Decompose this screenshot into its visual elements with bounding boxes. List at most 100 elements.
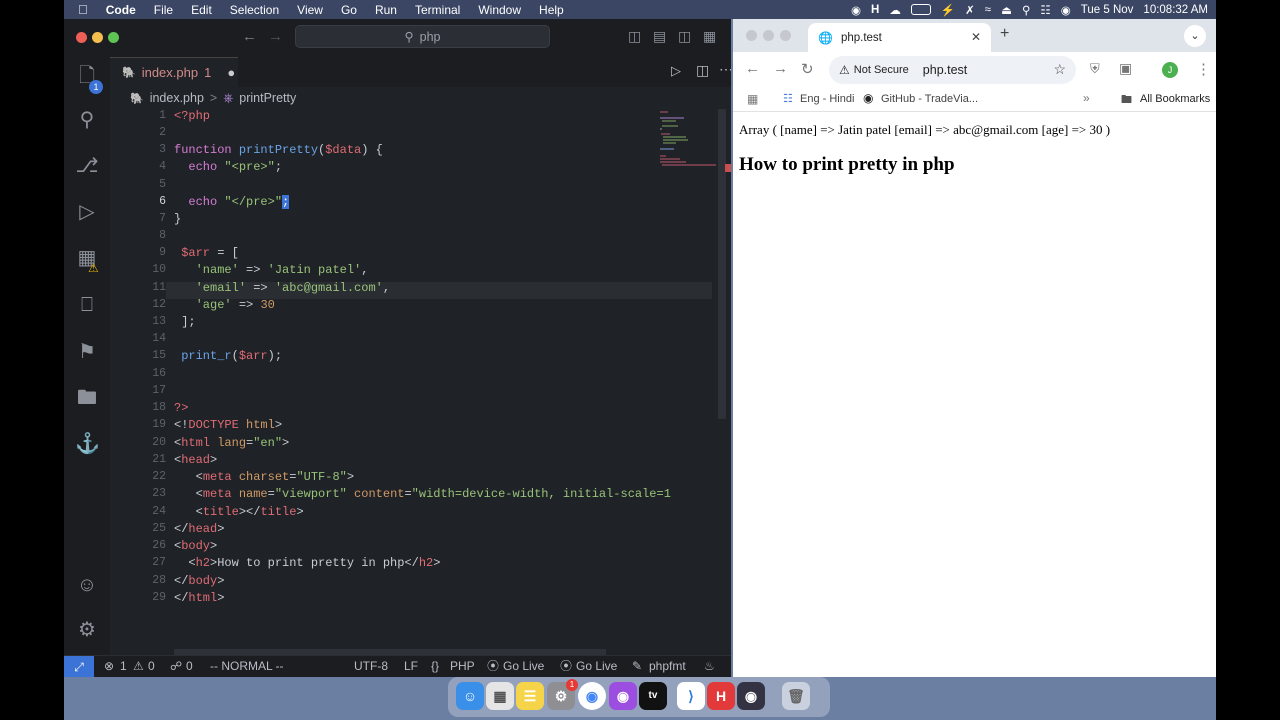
address-url[interactable]: php.test	[923, 63, 967, 77]
go-live-button[interactable]: Go Live	[503, 656, 544, 677]
browser-tab[interactable]: 🌐 php.test ✕	[808, 23, 991, 52]
customize-layout-icon[interactable]: ▦	[703, 28, 716, 45]
close-tab-icon[interactable]: ✕	[971, 30, 981, 44]
forward-arrow-icon[interactable]: →	[773, 60, 788, 77]
h-app-icon[interactable]: H	[871, 4, 879, 16]
docker-icon[interactable]: ⚓	[75, 432, 100, 456]
cloud-icon[interactable]: ☁	[889, 3, 901, 17]
go-live-button-2[interactable]: Go Live	[576, 656, 617, 677]
record-icon[interactable]: ◉	[851, 3, 861, 17]
eject-icon[interactable]: ⏏	[1001, 3, 1012, 17]
control-center-icon[interactable]: ☷	[1040, 3, 1050, 17]
trash-icon[interactable]: 🗑	[782, 682, 810, 710]
notes-icon[interactable]: ☰	[516, 682, 544, 710]
apple-icon[interactable]: 	[64, 2, 97, 17]
back-arrow-icon[interactable]: ←	[242, 28, 257, 45]
menu-terminal[interactable]: Terminal	[406, 3, 469, 17]
status-language[interactable]: PHP	[450, 656, 475, 677]
bell-icon[interactable]: ♨	[704, 656, 715, 677]
menu-window[interactable]: Window	[469, 3, 530, 17]
account-icon[interactable]: ☺	[75, 573, 99, 597]
h-app-dock-icon[interactable]: H	[707, 682, 735, 710]
bookmark-eng-hindi[interactable]: Eng - Hindi	[800, 93, 854, 105]
bookmark-star-icon[interactable]: ☆	[1053, 61, 1066, 78]
proxyman-icon[interactable]: ◉	[737, 682, 765, 710]
menubar-time[interactable]: 10:08:32 AM	[1143, 4, 1208, 16]
status-formatter[interactable]: phpfmt	[649, 656, 686, 677]
close-window-button[interactable]	[76, 32, 87, 43]
chevron-right-icon[interactable]: »	[1083, 91, 1090, 105]
menu-file[interactable]: File	[145, 3, 182, 17]
menu-view[interactable]: View	[288, 3, 332, 17]
new-tab-icon[interactable]: +	[1000, 25, 1009, 43]
finder-icon[interactable]: ☺	[456, 682, 484, 710]
search-icon[interactable]: ⚲	[75, 108, 99, 132]
unsaved-dot-icon[interactable]: ●	[227, 65, 235, 80]
remote-explorer-icon[interactable]: ⎕	[75, 293, 99, 317]
ports-icon[interactable]: ☍	[170, 656, 182, 677]
bluetooth-icon[interactable]: ✗	[965, 3, 975, 17]
menu-help[interactable]: Help	[530, 3, 573, 17]
shield-extension-icon[interactable]: ⛨	[1090, 61, 1100, 77]
run-debug-icon[interactable]: ▷	[75, 200, 99, 224]
run-file-icon[interactable]: ▷	[671, 63, 681, 79]
warning-icon[interactable]: ⚠	[133, 656, 144, 677]
minimize-window-button[interactable]	[92, 32, 103, 43]
close-window-button[interactable]	[746, 30, 757, 41]
settings-gear-icon[interactable]: ⚙	[75, 618, 99, 642]
kebab-menu-icon[interactable]: ⋮	[1196, 60, 1211, 78]
back-arrow-icon[interactable]: ←	[745, 60, 760, 77]
more-actions-icon[interactable]: ⋯	[719, 61, 731, 78]
security-chip[interactable]: Not Secure	[854, 64, 909, 76]
status-eol[interactable]: LF	[404, 656, 418, 677]
command-center-search[interactable]: ⚲ php	[295, 25, 550, 48]
battery-icon[interactable]	[910, 4, 931, 15]
tab-search-icon[interactable]: ⌄	[1184, 25, 1206, 47]
vscode-dock-icon[interactable]: ⟩	[677, 682, 705, 710]
tab-index-php[interactable]: 🐘 index.php 1 ●	[110, 57, 238, 87]
zoom-window-button[interactable]	[108, 32, 119, 43]
breadcrumb-file[interactable]: index.php	[150, 91, 204, 105]
status-warnings[interactable]: 0	[148, 656, 155, 677]
address-bar[interactable]: ⚠ Not Secure php.test ☆	[829, 56, 1076, 84]
toggle-panel-icon[interactable]: ▤	[653, 28, 666, 45]
podcasts-icon[interactable]: ◉	[609, 682, 637, 710]
remote-indicator-icon[interactable]: ⤢	[64, 656, 94, 677]
toggle-sidebar-icon[interactable]: ◫	[628, 28, 641, 45]
bolt-icon[interactable]: ⚡	[941, 3, 955, 17]
bookmark-icon[interactable]: ⚑	[75, 340, 99, 364]
forward-arrow-icon[interactable]: →	[268, 28, 283, 45]
folder-icon[interactable]: 🖿	[75, 386, 99, 410]
chrome-icon[interactable]: ◉	[578, 682, 606, 710]
minimap[interactable]	[658, 109, 718, 169]
menu-app-code[interactable]: Code	[97, 3, 145, 17]
siri-icon[interactable]: ◉	[1061, 3, 1071, 17]
split-editor-icon[interactable]: ◫	[696, 62, 709, 79]
launchpad-icon[interactable]: ▦	[486, 682, 514, 710]
wifi-icon[interactable]: ≈	[985, 4, 991, 16]
breadcrumb-symbol[interactable]: printPretty	[239, 91, 296, 105]
status-errors[interactable]: 1	[120, 656, 127, 677]
menu-run[interactable]: Run	[366, 3, 406, 17]
menu-selection[interactable]: Selection	[221, 3, 288, 17]
zoom-window-button[interactable]	[780, 30, 791, 41]
editor-vertical-scrollbar[interactable]	[718, 109, 726, 419]
profile-avatar[interactable]: J	[1162, 62, 1178, 78]
extensions-puzzle-icon[interactable]: ▣	[1119, 60, 1132, 77]
source-control-icon[interactable]: ⎇	[75, 154, 99, 178]
search-icon[interactable]: ⚲	[1022, 3, 1030, 17]
apps-grid-icon[interactable]: ▦	[747, 92, 758, 106]
apple-tv-icon[interactable]: tv	[639, 682, 667, 710]
all-bookmarks[interactable]: All Bookmarks	[1140, 93, 1210, 105]
code-editor[interactable]: 1 2 3 4 5 6 7 8 9 10 11 12 13 14 15 16 17 18 19 20 21 22 23 24 2…	[110, 109, 722, 649]
status-encoding[interactable]: UTF-8	[354, 656, 388, 677]
error-icon[interactable]: ⊗	[104, 656, 114, 677]
menu-edit[interactable]: Edit	[182, 3, 221, 17]
reload-icon[interactable]: ↻	[801, 60, 814, 78]
menu-go[interactable]: Go	[332, 3, 366, 17]
toggle-secondary-sidebar-icon[interactable]: ◫	[678, 28, 691, 45]
bookmark-github[interactable]: GitHub - TradeVia...	[881, 93, 978, 105]
minimize-window-button[interactable]	[763, 30, 774, 41]
menubar-date[interactable]: Tue 5 Nov	[1081, 4, 1134, 16]
status-ports[interactable]: 0	[186, 656, 193, 677]
